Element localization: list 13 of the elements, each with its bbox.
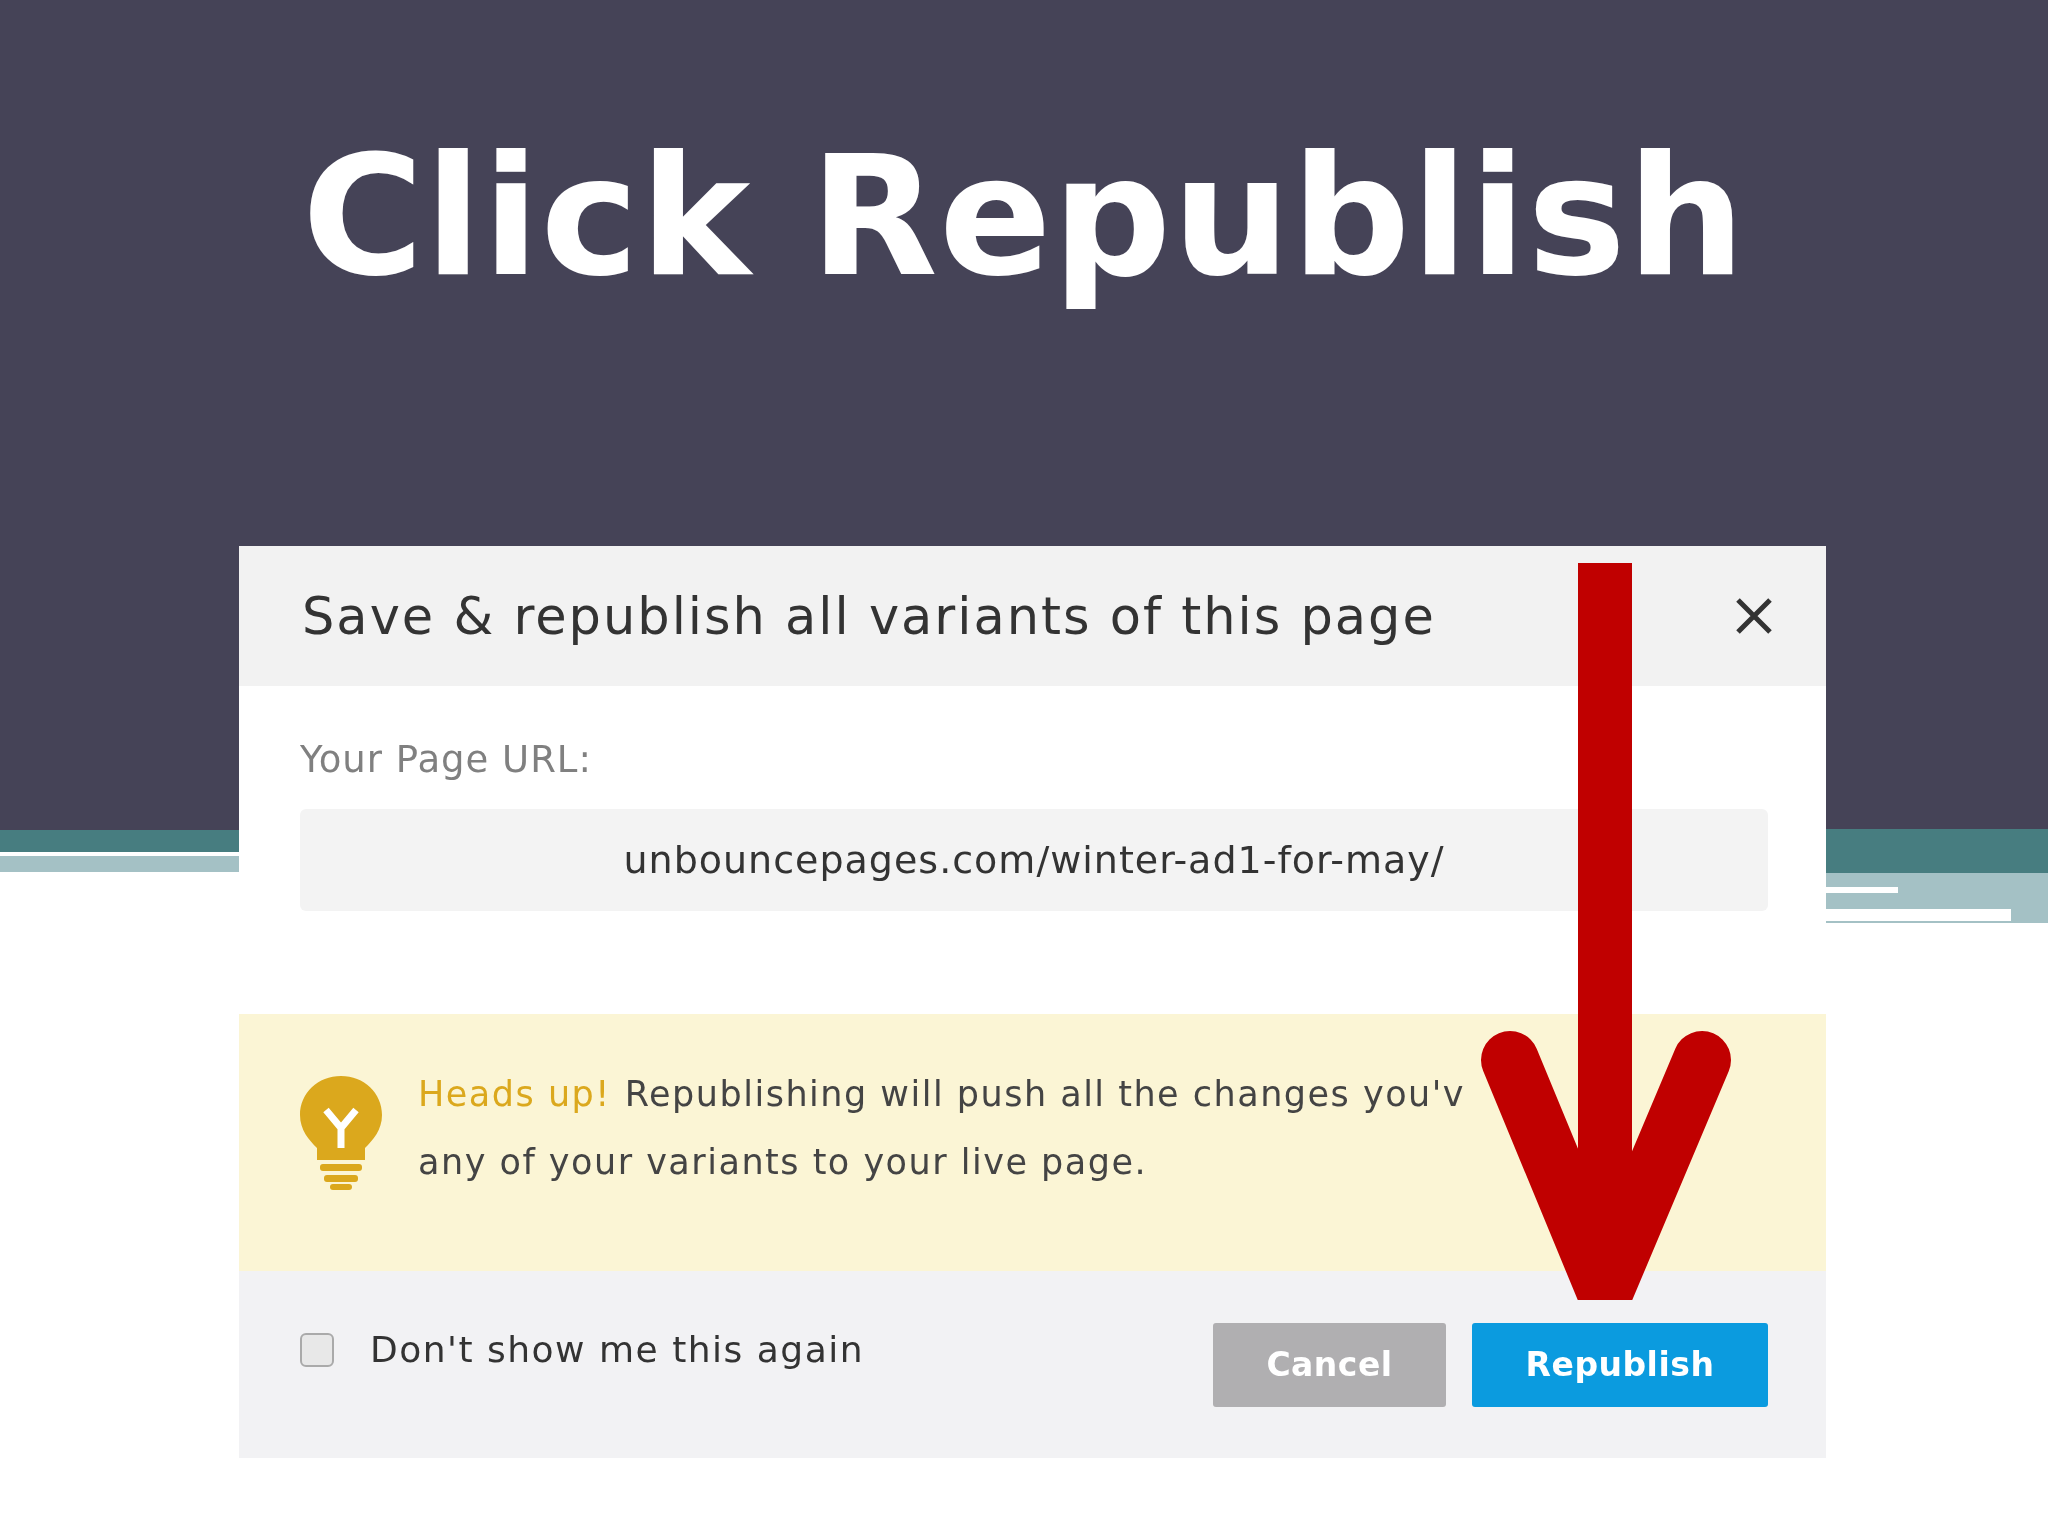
- dialog-title: Save & republish all variants of this page: [302, 586, 1436, 646]
- notice-heading: Heads up!: [418, 1074, 611, 1114]
- notice-text: any of your variants to your live page.: [418, 1142, 1149, 1182]
- checkbox[interactable]: [300, 1332, 334, 1367]
- close-icon[interactable]: [1734, 596, 1774, 636]
- slide-title: Click Republish: [300, 119, 1748, 315]
- cancel-button[interactable]: Cancel: [1213, 1322, 1446, 1407]
- url-label: Your Page URL:: [300, 738, 593, 781]
- lightbulb-icon: [298, 1074, 384, 1190]
- url-field[interactable]: unbouncepages.com/winter-ad1-for-may/: [300, 809, 1768, 911]
- checkbox-label: Don't show me this again: [370, 1329, 865, 1370]
- notice-text: Republishing will push all the changes you'v: [624, 1074, 1466, 1114]
- republish-button[interactable]: Republish: [1472, 1322, 1768, 1407]
